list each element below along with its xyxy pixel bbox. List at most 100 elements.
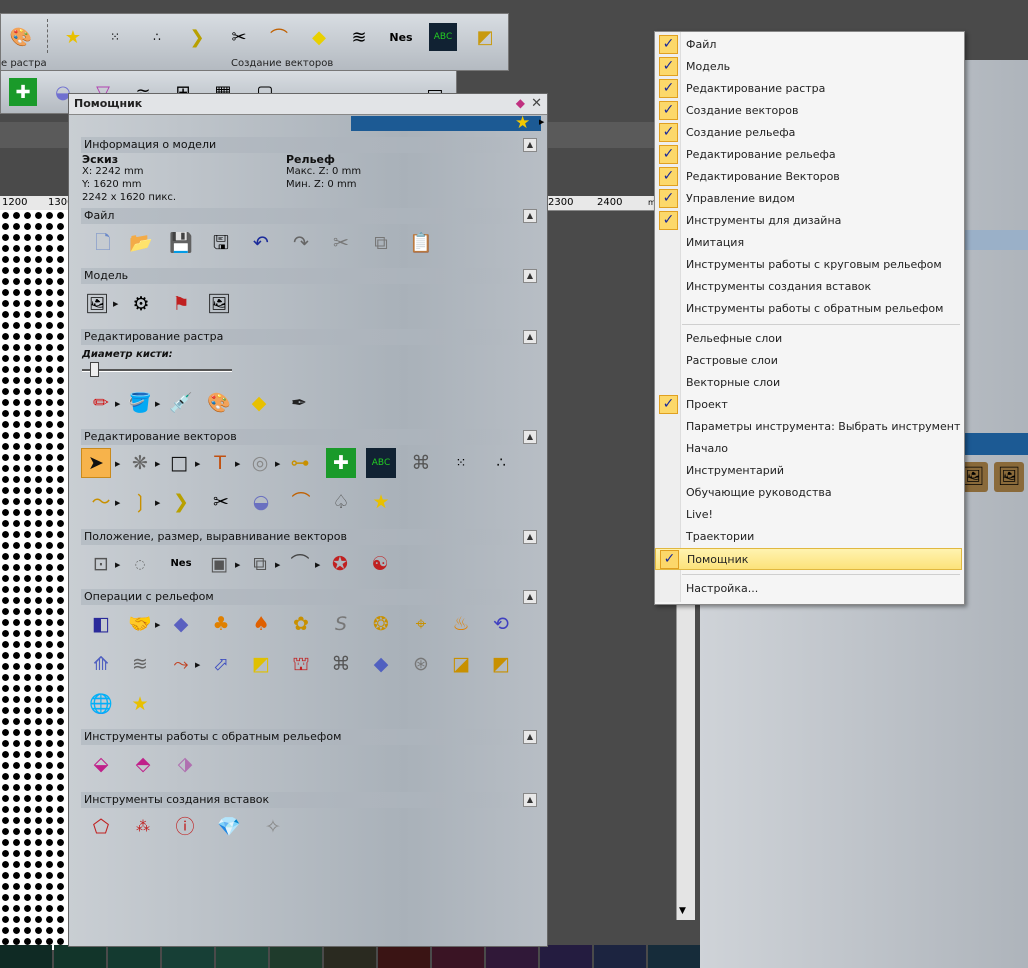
wrap-icon[interactable]: ≋ xyxy=(345,23,373,51)
dropdown-arrow-icon[interactable]: ▶ xyxy=(115,460,120,468)
fill-shape-icon[interactable]: ◆ xyxy=(305,23,333,51)
menu-item-rotary-relief[interactable]: Инструменты работы с круговым рельефом xyxy=(655,254,962,276)
palette-swatch[interactable] xyxy=(162,945,214,968)
undo-icon[interactable]: ↶ xyxy=(246,228,276,258)
scroll-down-icon[interactable]: ▼ xyxy=(679,906,686,916)
arc-fit-icon[interactable]: ⌒ xyxy=(265,23,293,51)
menu-item-raster-layers[interactable]: Растровые слои xyxy=(655,350,962,372)
menu-item-toolpaths[interactable]: Траектории xyxy=(655,526,962,548)
vector-pattern-icon[interactable]: ❋ xyxy=(125,448,155,478)
gem-insert-icon[interactable]: ⬠ xyxy=(86,812,116,842)
menu-item-vector-editing[interactable]: ✓ Редактирование Векторов xyxy=(655,166,962,188)
dropdown-arrow-icon[interactable]: ▶ xyxy=(155,460,160,468)
align-icon[interactable]: ⧉ xyxy=(245,549,275,579)
dropdown-arrow-icon[interactable]: ▶ xyxy=(155,499,160,507)
mountain-relief-icon[interactable]: ♨ xyxy=(446,609,476,639)
star-folder-icon[interactable]: ★ xyxy=(366,487,396,517)
node-points-icon[interactable]: ∴ xyxy=(486,448,516,478)
brush-diameter-slider[interactable] xyxy=(82,369,232,372)
weave-icon[interactable]: ❂ xyxy=(366,609,396,639)
reverse-relief-icon[interactable]: ⬙ xyxy=(86,749,116,779)
color-palette-icon[interactable]: 🎨 xyxy=(204,388,234,418)
star-menu-arrow-icon[interactable]: ▶ xyxy=(539,118,544,126)
menu-item-insert-tools[interactable]: Инструменты создания вставок xyxy=(655,276,962,298)
menu-item-live[interactable]: Live! xyxy=(655,504,962,526)
extrude-icon[interactable]: ⬀ xyxy=(206,649,236,679)
paste-icon[interactable]: 📋 xyxy=(406,228,436,258)
collapse-button[interactable]: ▲ xyxy=(523,330,537,344)
reverse-relief-layer-icon[interactable]: ⬘ xyxy=(128,749,158,779)
menu-item-tool-parameters[interactable]: Параметры инструмента: Выбрать инструмен… xyxy=(655,416,962,438)
section-header-raster-editing[interactable]: Редактирование растра xyxy=(81,329,521,345)
redo-icon[interactable]: ↷ xyxy=(286,228,316,258)
menu-item-tutorials[interactable]: Обучающие руководства xyxy=(655,482,962,504)
add-vector-icon[interactable]: ✚ xyxy=(326,448,356,478)
section-header-model[interactable]: Модель xyxy=(81,268,521,284)
new-file-icon[interactable]: 🗋 xyxy=(88,228,118,258)
node-grid-icon[interactable]: ⁙ xyxy=(101,23,129,51)
arc-icon[interactable]: ❯ xyxy=(166,487,196,517)
menu-item-toolbox[interactable]: Инструментарий xyxy=(655,460,962,482)
frame-relief-icon[interactable]: ⌘ xyxy=(326,649,356,679)
dropdown-arrow-icon[interactable]: ▶ xyxy=(115,400,120,408)
star-relief-icon[interactable]: ★ xyxy=(125,689,155,719)
add-icon[interactable]: ✚ xyxy=(9,78,37,106)
gem-info-icon[interactable]: ⓘ xyxy=(170,812,200,842)
bezier-arc-icon[interactable]: ❯ xyxy=(183,23,211,51)
mona-lisa-bucket-icon[interactable]: 🖼 xyxy=(994,462,1024,492)
pin-icon[interactable]: ◆ xyxy=(516,96,525,110)
nesting-icon[interactable]: Nes xyxy=(166,549,196,579)
collapse-button[interactable]: ▲ xyxy=(523,209,537,223)
text-matrix-icon[interactable]: ABC xyxy=(429,23,457,51)
two-rail-icon[interactable]: ⟰ xyxy=(86,649,116,679)
save-icon[interactable]: 💾 xyxy=(166,228,196,258)
menu-item-design-tools[interactable]: ✓ Инструменты для дизайна xyxy=(655,210,962,232)
save-as-icon[interactable]: 🖫 xyxy=(206,228,236,258)
cut-nodes-icon[interactable]: ✂ xyxy=(225,23,253,51)
dropdown-arrow-icon[interactable]: ▶ xyxy=(275,460,280,468)
dropdown-arrow-icon[interactable]: ▶ xyxy=(113,300,118,308)
cut-icon[interactable]: ✂ xyxy=(326,228,356,258)
menu-item-customize[interactable]: Настройка... xyxy=(655,578,962,600)
palette-swatch[interactable] xyxy=(540,945,592,968)
measure-tape-icon[interactable]: ⊶ xyxy=(285,448,315,478)
section-header-vector-editing[interactable]: Редактирование векторов xyxy=(81,429,521,445)
move-vector-icon[interactable]: ⊡ xyxy=(86,549,116,579)
reset-relief-icon[interactable]: ⊛ xyxy=(406,649,436,679)
bend-icon[interactable]: ⤳ xyxy=(166,649,196,679)
palette-swatch[interactable] xyxy=(432,945,484,968)
section-header-relief-operations[interactable]: Операции с рельефом xyxy=(81,589,521,605)
menu-item-vector-creation[interactable]: ✓ Создание векторов xyxy=(655,100,962,122)
cut-nodes-icon[interactable]: ✂ xyxy=(206,487,236,517)
offset-vector-icon[interactable]: ◎ xyxy=(245,448,275,478)
relief-wrap-icon[interactable]: ≋ xyxy=(125,649,155,679)
bezier-node-icon[interactable]: ❳ xyxy=(125,487,155,517)
shell-relief-icon[interactable]: ✿ xyxy=(286,609,316,639)
paint-bucket-icon[interactable]: 🪣 xyxy=(125,388,155,418)
palette-swatch[interactable] xyxy=(0,945,52,968)
smooth-s-icon[interactable]: S xyxy=(326,609,356,639)
collapse-button[interactable]: ▲ xyxy=(523,269,537,283)
section-header-model-info[interactable]: Информация о модели xyxy=(81,137,521,153)
dropdown-arrow-icon[interactable]: ▶ xyxy=(155,400,160,408)
wrap-icon[interactable]: ⌒ xyxy=(285,549,315,579)
color-palette-bar[interactable] xyxy=(0,945,700,968)
section-header-inserts[interactable]: Инструменты создания вставок xyxy=(81,792,521,808)
relief-transfer-icon[interactable]: ◩ xyxy=(486,649,516,679)
tree-relief-icon[interactable]: ♠ xyxy=(246,609,276,639)
favorites-star-icon[interactable]: ★ xyxy=(515,113,530,133)
menu-item-reverse-relief[interactable]: Инструменты работы с обратным рельефом xyxy=(655,298,962,320)
palette-swatch[interactable] xyxy=(486,945,538,968)
dropdown-arrow-icon[interactable]: ▶ xyxy=(115,499,120,507)
eyedropper-icon[interactable]: 💉 xyxy=(166,388,196,418)
dropdown-arrow-icon[interactable]: ▶ xyxy=(315,561,320,569)
mirror-icon[interactable]: ☯ xyxy=(365,549,395,579)
relief-slice-icon[interactable]: ◪ xyxy=(446,649,476,679)
set-origin-icon[interactable]: ⚑ xyxy=(166,289,196,319)
dropdown-arrow-icon[interactable]: ▶ xyxy=(275,561,280,569)
menu-item-assistant[interactable]: ✓ Помощник xyxy=(655,548,962,570)
palette-swatch[interactable] xyxy=(324,945,376,968)
section-header-position-size[interactable]: Положение, размер, выравнивание векторов xyxy=(81,529,521,545)
text-tool-icon[interactable]: T xyxy=(205,448,235,478)
dropdown-arrow-icon[interactable]: ▶ xyxy=(235,561,240,569)
